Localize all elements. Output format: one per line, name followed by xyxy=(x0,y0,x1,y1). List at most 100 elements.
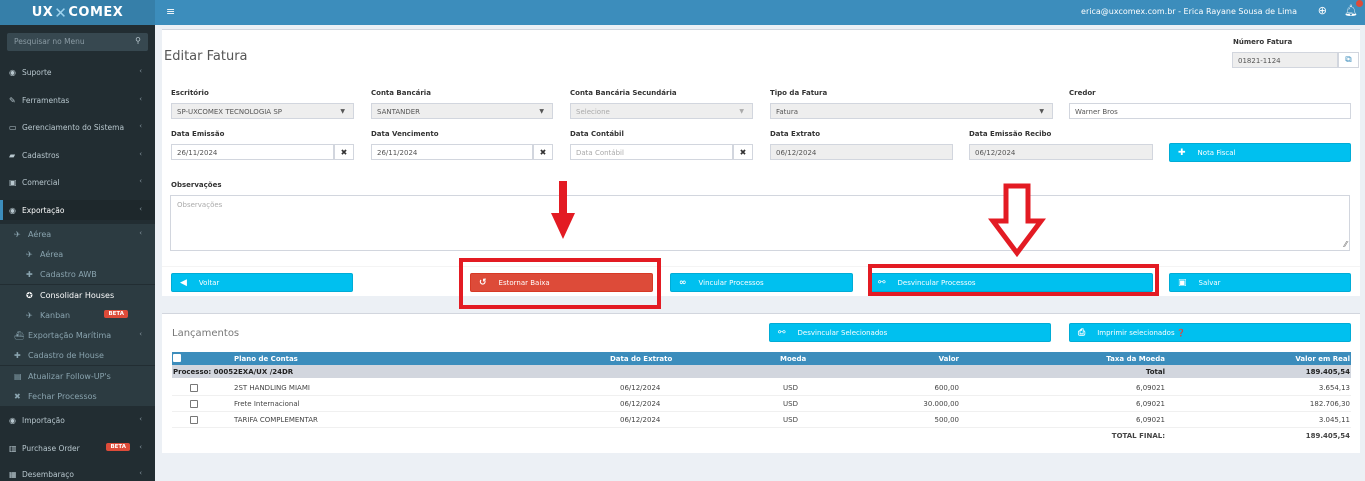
copy-icon[interactable]: ⧉ xyxy=(1338,52,1359,68)
table-row[interactable]: Frete Internacional 06/12/2024 USD 30.00… xyxy=(172,396,1351,412)
row-moeda: USD xyxy=(783,384,798,392)
sidebar-sub-consolidar-houses[interactable]: ✪ Consolidar Houses xyxy=(0,285,155,305)
highlight-box-estornar xyxy=(459,258,661,309)
sidebar-sub-aerea-2[interactable]: ✈ Aérea xyxy=(0,244,155,264)
sidebar-item-label: Cadastros xyxy=(22,150,60,160)
clear-icon[interactable]: ✖ xyxy=(733,144,753,160)
row-checkbox[interactable] xyxy=(190,400,198,408)
sidebar-item-label: Comercial xyxy=(22,177,60,187)
col-taxa-da-moeda[interactable]: Taxa da Moeda xyxy=(1097,355,1165,363)
sidebar-item-exportacao[interactable]: ◉ Exportação ‹ xyxy=(0,200,155,220)
sidebar-item-label: Desembaraço xyxy=(22,469,74,479)
sidebar-item-comercial[interactable]: ▣ Comercial ‹ xyxy=(0,172,155,192)
table-row[interactable]: TARIFA COMPLEMENTAR 06/12/2024 USD 500,0… xyxy=(172,412,1351,428)
row-plano: 2ST HANDLING MIAMI xyxy=(234,384,310,392)
settings-circle-icon[interactable]: ⊕ xyxy=(1318,4,1327,17)
table-row[interactable]: 2ST HANDLING MIAMI 06/12/2024 USD 600,00… xyxy=(172,380,1351,396)
sidebar-item-gerenciamento[interactable]: ▭ Gerenciamento do Sistema ‹ xyxy=(0,117,155,137)
bell-icon[interactable]: 🔔︎ xyxy=(1344,4,1358,17)
sidebar-item-label: Ferramentas xyxy=(22,95,70,105)
conta-secundaria-select[interactable]: Selecione ▼ xyxy=(570,103,753,119)
sidebar-item-label: Exportação xyxy=(22,205,65,215)
conta-value: SANTANDER xyxy=(377,108,421,116)
sidebar-sub-kanban[interactable]: ✈ Kanban BETA xyxy=(0,305,155,325)
row-taxa: 6,09021 xyxy=(1136,400,1165,408)
col-valor-em-real[interactable]: Valor em Real xyxy=(1272,355,1350,363)
sidebar-item-importacao[interactable]: ◉ Importação ‹ xyxy=(0,410,155,430)
observacoes-textarea[interactable]: Observações ⁄⁄ xyxy=(170,195,1350,251)
sidebar-sub-atualizar-followup[interactable]: ▤ Atualizar Follow-UP's xyxy=(0,366,155,386)
group-row: Processo: 00052EXA/UX /24DR Total 189.40… xyxy=(172,365,1351,378)
col-moeda[interactable]: Moeda xyxy=(780,355,806,363)
user-account-label[interactable]: erica@uxcomex.com.br - Erica Rayane Sous… xyxy=(1081,7,1297,16)
data-extrato-field[interactable]: 06/12/2024 xyxy=(770,144,953,160)
observacoes-label: Observações xyxy=(171,181,222,189)
row-valor-real: 3.045,11 xyxy=(1318,416,1350,424)
plane-icon: ✈ xyxy=(26,310,33,320)
edit-invoice-panel: Editar Fatura Número Fatura 01821-1124 ⧉… xyxy=(162,29,1360,296)
plane-icon: ✈ xyxy=(26,249,33,259)
sidebar-sub-cadastro-awb[interactable]: ✚ Cadastro AWB xyxy=(0,264,155,284)
data-emissao-input[interactable]: 26/11/2024 xyxy=(171,144,334,160)
credor-input[interactable]: Warner Bros xyxy=(1069,103,1351,119)
resize-handle-icon[interactable]: ⁄⁄ xyxy=(1344,240,1347,249)
tipo-fatura-value: Fatura xyxy=(776,108,799,116)
row-valor: 600,00 xyxy=(934,384,960,392)
sidebar-item-suporte[interactable]: ◉ Suporte ‹ xyxy=(0,62,155,82)
data-emissao-recibo-field[interactable]: 06/12/2024 xyxy=(969,144,1153,160)
desvincular-selecionados-button[interactable]: ⚯ Desvincular Selecionados xyxy=(769,323,1051,342)
sidebar-item-label: Consolidar Houses xyxy=(40,290,115,300)
salvar-button[interactable]: ▣ Salvar xyxy=(1169,273,1351,292)
caret-down-icon: ▼ xyxy=(340,108,345,115)
tipo-fatura-select[interactable]: Fatura ▼ xyxy=(770,103,1053,119)
row-taxa: 6,09021 xyxy=(1136,384,1165,392)
numero-fatura-field[interactable]: 01821-1124 xyxy=(1232,52,1338,68)
briefcase-icon: ▣ xyxy=(9,177,17,187)
imprimir-selecionados-button[interactable]: ⎙ Imprimir selecionados ❓ xyxy=(1069,323,1351,342)
voltar-label: Voltar xyxy=(198,278,220,287)
search-icon[interactable]: ⚲ xyxy=(135,36,141,45)
sidebar-item-desembaraco[interactable]: ▦ Desembaraço ‹ xyxy=(0,464,155,481)
sidebar-sub-exportacao-maritima[interactable]: ⛴ Exportação Marítima ‹ xyxy=(0,325,155,345)
vincular-processos-button[interactable]: ∞ Vincular Processos xyxy=(670,273,853,292)
logo-comex: COMEX xyxy=(68,5,124,20)
app-logo[interactable]: UX ✕ COMEX xyxy=(0,0,155,25)
sidebar-sub-fechar-processos[interactable]: ✖ Fechar Processos xyxy=(0,386,155,406)
data-emissao-label: Data Emissão xyxy=(171,130,225,138)
clear-icon[interactable]: ✖ xyxy=(334,144,354,160)
sidebar-item-ferramentas[interactable]: ✎ Ferramentas ‹ xyxy=(0,90,155,110)
data-contabil-input[interactable]: Data Contábil xyxy=(570,144,733,160)
chevron-left-icon: ‹ xyxy=(139,229,142,237)
plane-icon: ✈ xyxy=(14,229,21,239)
row-taxa: 6,09021 xyxy=(1136,416,1165,424)
row-moeda: USD xyxy=(783,416,798,424)
logo-ux: UX xyxy=(31,5,54,20)
data-contabil-placeholder: Data Contábil xyxy=(576,149,624,157)
credor-label: Credor xyxy=(1069,89,1096,97)
escritorio-select[interactable]: SP-UXCOMEX TECNOLOGIA SP ▼ xyxy=(171,103,354,119)
sidebar-sub-cadastro-house[interactable]: ✚ Cadastro de House xyxy=(0,345,155,365)
col-valor[interactable]: Valor xyxy=(929,355,959,363)
sidebar-sub-aerea[interactable]: ✈ Aérea ‹ xyxy=(0,224,155,244)
data-emissao-recibo-label: Data Emissão Recibo xyxy=(969,130,1052,138)
nota-fiscal-button[interactable]: ✚ Nota Fiscal xyxy=(1169,143,1351,162)
select-all-checkbox[interactable] xyxy=(173,354,181,362)
row-moeda: USD xyxy=(783,400,798,408)
hamburger-icon[interactable]: ≡ xyxy=(166,5,175,18)
row-checkbox[interactable] xyxy=(190,416,198,424)
data-vencimento-input[interactable]: 26/11/2024 xyxy=(371,144,533,160)
col-plano-de-contas[interactable]: Plano de Contas xyxy=(234,355,298,363)
keyboard-icon: ▤ xyxy=(14,371,22,381)
clear-icon[interactable]: ✖ xyxy=(533,144,553,160)
conta-select[interactable]: SANTANDER ▼ xyxy=(371,103,553,119)
row-checkbox[interactable] xyxy=(190,384,198,392)
sidebar-item-cadastros[interactable]: ▰ Cadastros ‹ xyxy=(0,145,155,165)
bar-chart-icon: ▥ xyxy=(9,443,17,453)
col-data-do-extrato[interactable]: Data do Extrato xyxy=(610,355,672,363)
menu-search-input[interactable]: Pesquisar no Menu ⚲ xyxy=(7,33,148,51)
sidebar-item-purchase-order[interactable]: ▥ Purchase Order BETA ‹ xyxy=(0,438,155,458)
credor-value: Warner Bros xyxy=(1075,108,1118,116)
voltar-button[interactable]: ◀ Voltar xyxy=(171,273,353,292)
arrow-left-circle-icon: ◀ xyxy=(180,277,187,288)
chevron-left-icon: ‹ xyxy=(139,122,142,130)
